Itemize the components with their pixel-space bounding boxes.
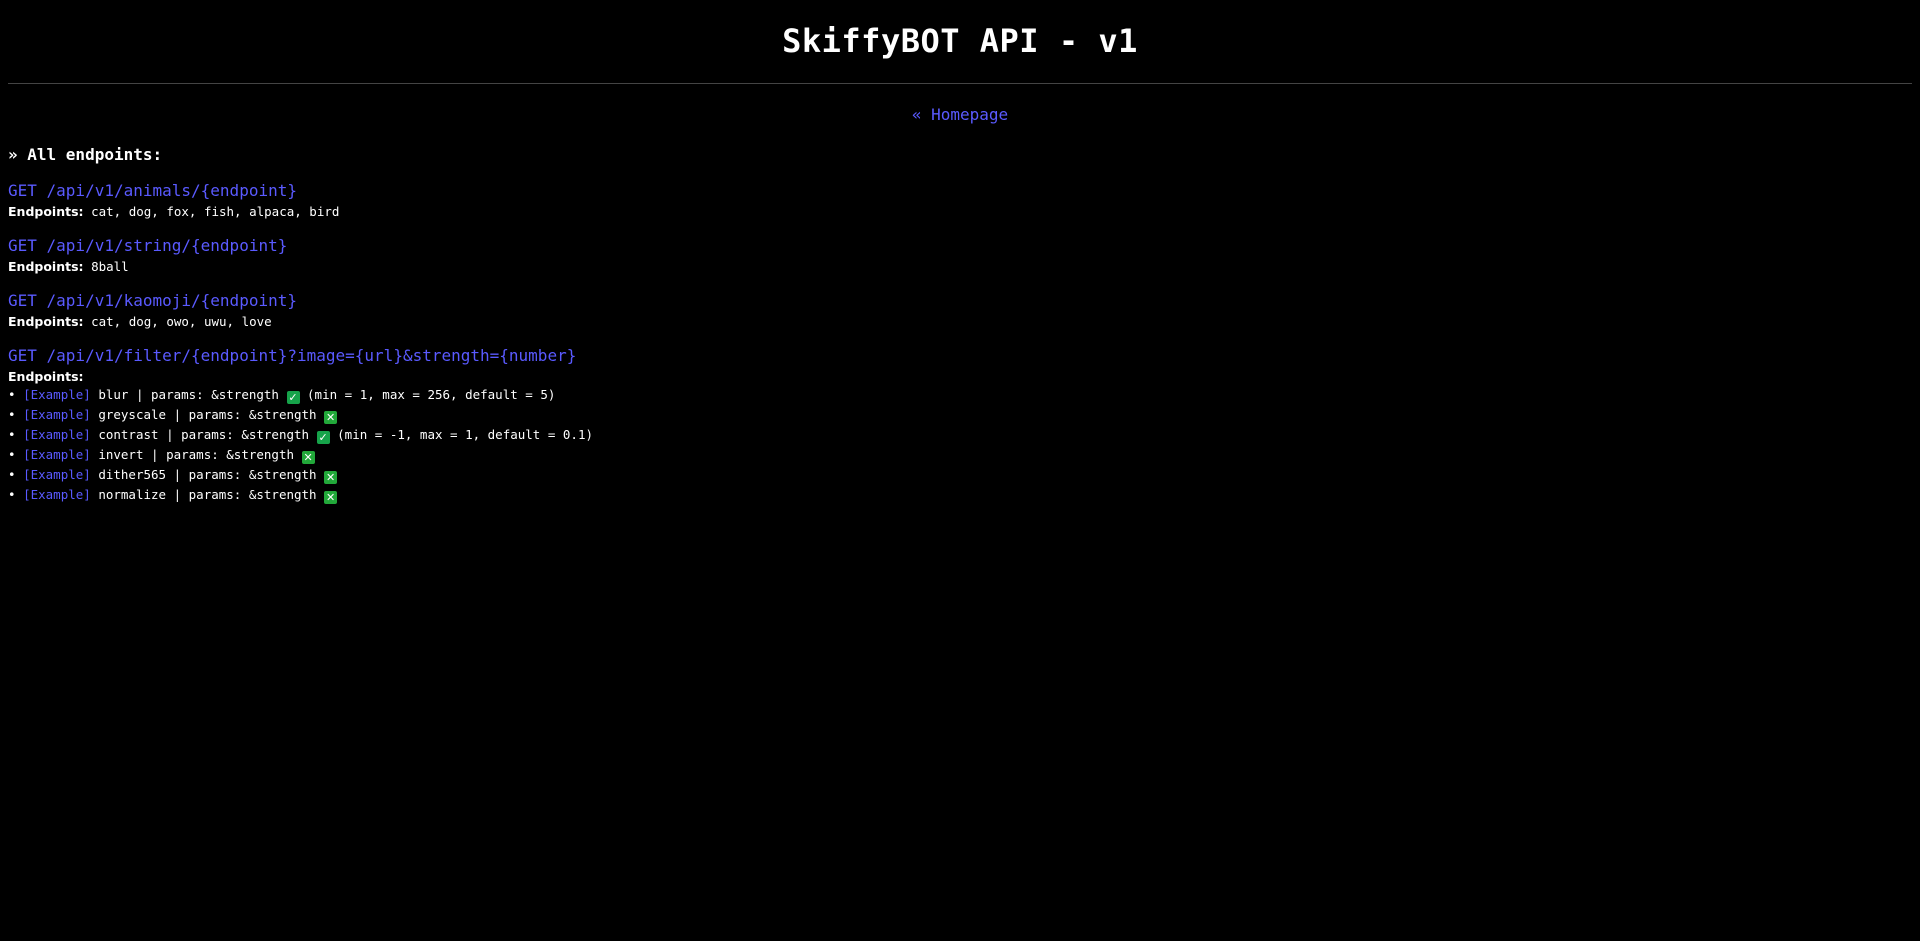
filter-name: dither565 [98, 467, 167, 482]
endpoint-route: GET /api/v1/filter/{endpoint}?image={url… [8, 346, 577, 365]
filter-params: | params: &strength [135, 387, 279, 402]
bullet: • [8, 467, 16, 482]
endpoints-values: 8ball [91, 259, 129, 274]
filter-params: | params: &strength [151, 447, 295, 462]
filter-item-invert: • [Example] invert | params: &strength ✕ [8, 445, 1912, 465]
filter-params: | params: &strength [173, 487, 317, 502]
check-icon: ✓ [286, 391, 300, 404]
filter-item-dither565: • [Example] dither565 | params: &strengt… [8, 465, 1912, 485]
filter-range: (min = 1, max = 256, default = 5) [307, 387, 556, 402]
homepage-link[interactable]: « Homepage [912, 105, 1008, 124]
bullet: • [8, 487, 16, 502]
endpoint-route: GET /api/v1/animals/{endpoint} [8, 181, 297, 200]
section-title: » All endpoints: [8, 145, 163, 164]
filter-item-contrast: • [Example] contrast | params: &strength… [8, 425, 1912, 445]
filter-list: • [Example] blur | params: &strength ✓ (… [8, 385, 1912, 505]
endpoint-group-filter: GET /api/v1/filter/{endpoint}?image={url… [8, 346, 1912, 505]
example-link[interactable]: [Example] [23, 407, 91, 422]
endpoints-label: Endpoints: [8, 204, 84, 219]
endpoints-label: Endpoints: [8, 314, 84, 329]
cross-icon: ✕ [324, 491, 338, 504]
filter-item-normalize: • [Example] normalize | params: &strengt… [8, 485, 1912, 505]
endpoint-group-kaomoji: GET /api/v1/kaomoji/{endpoint} Endpoints… [8, 291, 1912, 330]
filter-range: (min = -1, max = 1, default = 0.1) [337, 427, 594, 442]
bullet: • [8, 407, 16, 422]
endpoint-route: GET /api/v1/string/{endpoint} [8, 236, 288, 255]
cross-icon: ✕ [301, 451, 315, 464]
endpoints-values: cat, dog, fox, fish, alpaca, bird [91, 204, 340, 219]
example-link[interactable]: [Example] [23, 487, 91, 502]
endpoint-list: Endpoints: [8, 369, 1912, 385]
filter-name: greyscale [98, 407, 167, 422]
endpoint-list: Endpoints: cat, dog, owo, uwu, love [8, 314, 1912, 330]
filter-name: invert [98, 447, 144, 462]
endpoint-list: Endpoints: 8ball [8, 259, 1912, 275]
example-link[interactable]: [Example] [23, 387, 91, 402]
endpoint-list: Endpoints: cat, dog, fox, fish, alpaca, … [8, 204, 1912, 220]
filter-name: normalize [98, 487, 167, 502]
filter-name: blur [98, 387, 129, 402]
endpoints-values: cat, dog, owo, uwu, love [91, 314, 272, 329]
filter-item-blur: • [Example] blur | params: &strength ✓ (… [8, 385, 1912, 405]
nav: « Homepage [8, 105, 1912, 125]
divider [8, 83, 1912, 84]
filter-params: | params: &strength [173, 407, 317, 422]
filter-item-greyscale: • [Example] greyscale | params: &strengt… [8, 405, 1912, 425]
endpoints-label: Endpoints: [8, 369, 84, 384]
endpoint-group-string: GET /api/v1/string/{endpoint} Endpoints:… [8, 236, 1912, 275]
cross-icon: ✕ [324, 411, 338, 424]
bullet: • [8, 447, 16, 462]
filter-name: contrast [98, 427, 159, 442]
page-title: SkiffyBOT API - v1 [782, 22, 1138, 60]
endpoint-route: GET /api/v1/kaomoji/{endpoint} [8, 291, 297, 310]
bullet: • [8, 427, 16, 442]
cross-icon: ✕ [324, 471, 338, 484]
filter-params: | params: &strength [166, 427, 310, 442]
check-icon: ✓ [316, 431, 330, 444]
endpoints-label: Endpoints: [8, 259, 84, 274]
bullet: • [8, 387, 16, 402]
filter-params: | params: &strength [173, 467, 317, 482]
example-link[interactable]: [Example] [23, 467, 91, 482]
page: SkiffyBOT API - v1 « Homepage » All endp… [0, 0, 1920, 505]
example-link[interactable]: [Example] [23, 427, 91, 442]
example-link[interactable]: [Example] [23, 447, 91, 462]
endpoint-group-animals: GET /api/v1/animals/{endpoint} Endpoints… [8, 181, 1912, 220]
